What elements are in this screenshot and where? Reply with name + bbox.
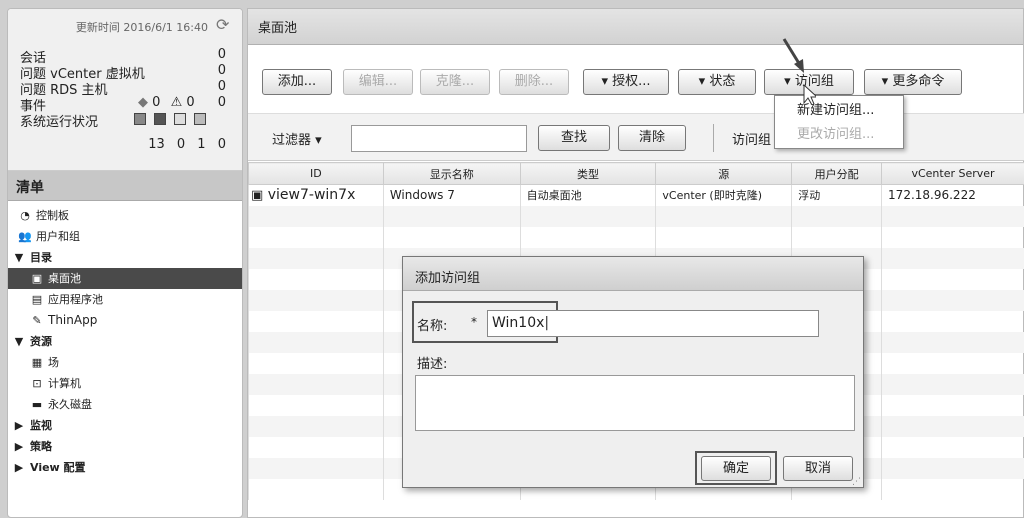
nav-thinapp[interactable]: ✎ ThinApp [8,310,242,331]
nav-app-pools[interactable]: ▤ 应用程序池 [8,289,242,310]
main-panel: 桌面池 添加... 编辑... 克隆... 删除... ▾ 授权... ▾ 状态… [247,8,1024,518]
delete-button[interactable]: 删除... [499,69,569,95]
health-counts: 13 0 1 0 [148,137,226,152]
desktop-pool-icon: ▣ [31,272,43,285]
page-title: 桌面池 [248,9,1023,45]
add-access-group-dialog: 添加访问组 名称: * Win10x| 描述: 确定 取消 ⋰ [402,256,864,488]
column-source[interactable]: 源 [655,162,793,185]
entitlements-button[interactable]: ▾ 授权... [583,69,669,95]
cell-id[interactable]: ▣ view7-win7x [248,184,384,206]
change-access-group-item[interactable]: 更改访问组... [775,120,903,144]
nav-catalog[interactable]: ▼ 目录 [8,247,242,268]
nav-desktop-pools[interactable]: ▣ 桌面池 [8,268,242,289]
resize-grip-icon[interactable]: ⋰ [852,477,861,487]
ok-button[interactable]: 确定 [701,456,771,481]
nav-monitoring[interactable]: ▶ 监视 [8,415,242,436]
nav-machines[interactable]: ⊡ 计算机 [8,373,242,394]
find-button[interactable]: 查找 [538,125,610,151]
health-red-icon[interactable] [134,112,146,125]
cell-type: 自动桌面池 [519,184,657,206]
nav-dashboard[interactable]: ◔ 控制板 [8,205,242,226]
filter-dropdown[interactable]: 过滤器 ▾ [272,129,322,148]
cell-display-name: Windows 7 [382,184,521,206]
thinapp-icon: ✎ [32,314,42,327]
disk-icon: ▬ [31,398,43,411]
nav-resources[interactable]: ▼ 资源 [8,331,242,352]
warning-icon: ⚠ [170,95,183,110]
cell-user-assignment: 浮动 [791,184,883,206]
collapse-icon: ▶ [14,461,24,474]
access-group-filter-label: 访问组 [732,133,772,148]
column-display-name[interactable]: 显示名称 [382,162,521,185]
filter-divider [713,124,714,152]
nav-view-config[interactable]: ▶ View 配置 [8,457,242,478]
app-pool-icon: ▤ [31,293,43,306]
error-icon: ◆ [138,95,148,110]
column-vcenter-server[interactable]: vCenter Server [881,162,1024,185]
column-id[interactable]: ID [248,162,384,185]
dialog-title: 添加访问组 [403,257,863,291]
pointer-arrow [782,38,816,105]
desktop-pool-icon: ▣ [251,188,264,204]
nav-policies[interactable]: ▶ 策略 [8,436,242,457]
sidebar: 更新时间 2016/6/1 16:40 ⟳ 会话 0 问题 vCenter 虚拟机… [7,8,243,518]
nav-farms[interactable]: ▦ 场 [8,352,242,373]
health-unknown-icon[interactable] [194,112,207,125]
status-button[interactable]: ▾ 状态 [678,69,756,95]
edit-button[interactable]: 编辑... [343,69,413,95]
nav-users-groups[interactable]: 👥 用户和组 [8,226,242,247]
inventory-heading: 清单 [8,171,242,201]
clear-button[interactable]: 清除 [618,125,686,151]
clone-button[interactable]: 克隆... [420,69,490,95]
nav-persistent-disks[interactable]: ▬ 永久磁盘 [8,394,242,415]
name-input[interactable]: Win10x| [487,310,819,337]
expand-icon: ▼ [14,335,24,348]
health-blue-icon[interactable] [174,112,187,125]
cell-vcenter-server: 172.18.96.222 [881,184,1024,206]
collapse-icon: ▶ [14,419,24,432]
expand-icon: ▼ [14,251,24,264]
more-commands-button[interactable]: ▾ 更多命令 [864,69,962,95]
farm-icon: ▦ [31,356,43,369]
collapse-icon: ▶ [14,440,24,453]
required-marker: * [471,315,477,329]
refresh-icon[interactable]: ⟳ [216,15,229,34]
cell-source: vCenter (即时克隆) [655,184,793,206]
users-icon: 👥 [18,230,32,243]
filter-bar: 过滤器 ▾ 查找 清除 访问组 [248,113,1024,161]
filter-input[interactable] [351,125,527,152]
column-user-assignment[interactable]: 用户分配 [791,162,883,185]
dashboard-icon: ◔ [20,209,30,222]
computer-icon: ⊡ [32,377,42,390]
column-type[interactable]: 类型 [519,162,657,185]
cancel-button[interactable]: 取消 [783,456,853,481]
update-time: 更新时间 2016/6/1 16:40 [75,21,208,34]
description-label: 描述: [417,357,448,372]
description-input[interactable] [415,375,855,431]
table-row[interactable]: ▣ view7-win7x Windows 7 自动桌面池 vCenter (即… [248,184,1024,206]
name-label: 名称: [417,319,448,334]
add-button[interactable]: 添加... [262,69,332,95]
status-health: 系统运行状况 [20,111,226,130]
health-yellow-icon[interactable] [154,112,167,125]
status-panel: 更新时间 2016/6/1 16:40 ⟳ 会话 0 问题 vCenter 虚拟机… [8,9,242,171]
